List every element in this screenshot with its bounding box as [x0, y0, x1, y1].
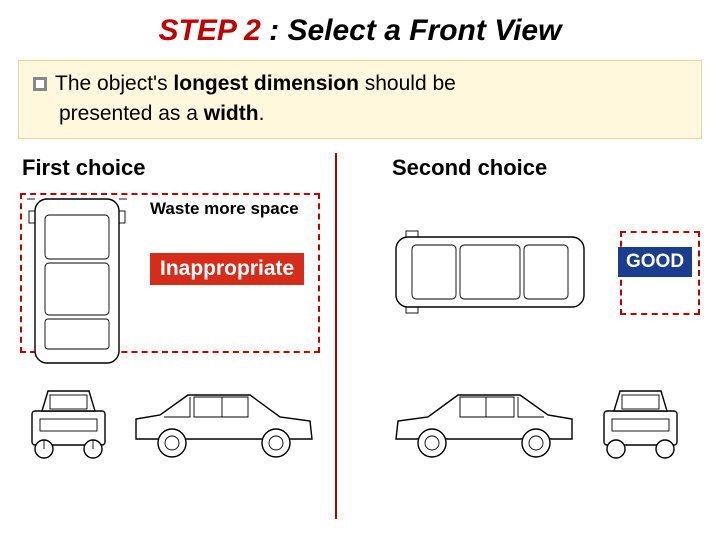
car-side-view-right	[390, 383, 578, 461]
right-column: Second choice GOOD	[360, 149, 700, 519]
inappropriate-tag: Inappropriate	[150, 253, 304, 285]
car-top-view-horizontal	[390, 227, 590, 317]
waste-label: Waste more space	[150, 199, 299, 219]
columns: First choice Waste more space Inappropri…	[0, 149, 720, 519]
callout-box: The object's longest dimension should be…	[18, 60, 702, 139]
left-column: First choice Waste more space Inappropri…	[20, 149, 360, 519]
car-front-view	[26, 383, 111, 461]
bullet-icon	[33, 77, 47, 91]
callout-line-1: The object's longest dimension should be	[33, 69, 687, 99]
left-heading: First choice	[20, 149, 360, 189]
car-side-view-left	[130, 383, 318, 461]
callout-line-2: presented as a width.	[33, 99, 687, 129]
right-heading: Second choice	[360, 149, 700, 189]
good-tag: GOOD	[618, 247, 692, 277]
car-front-view-right	[598, 383, 683, 461]
slide-title: STEP 2 : Select a Front View	[0, 0, 720, 56]
title-rest: : Select a Front View	[261, 14, 562, 47]
car-top-view-vertical	[25, 193, 129, 369]
title-step: STEP 2	[159, 14, 261, 47]
